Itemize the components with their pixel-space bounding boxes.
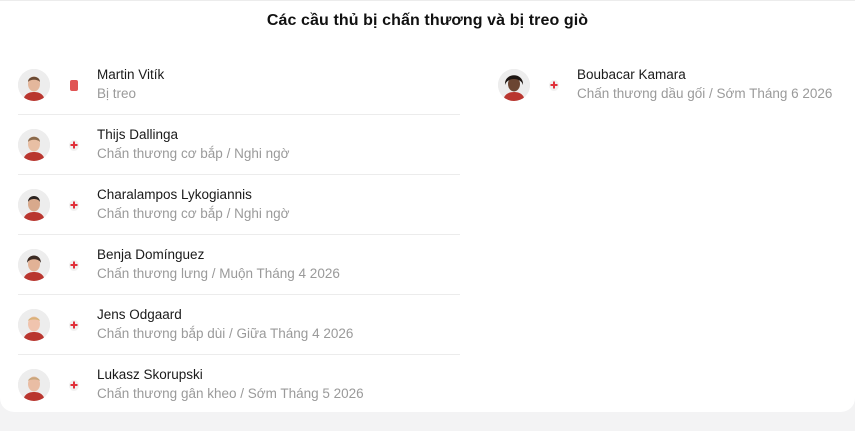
player-avatar [18,69,50,101]
player-status-detail: Bị treo [97,86,137,101]
player-avatar [18,189,50,221]
player-name[interactable]: Thijs Dallinga [97,127,178,142]
player-avatar [18,369,50,401]
injury-cross-icon [69,259,79,271]
injury-cross-icon [69,139,79,151]
player-avatar [18,249,50,281]
injury-cross-icon [549,79,559,91]
player-name[interactable]: Boubacar Kamara [577,67,686,82]
injury-cross-icon [69,319,79,331]
red-card-icon [69,79,79,91]
player-row[interactable]: Boubacar Kamara Chấn thương dầu gối / Sớ… [498,55,855,115]
player-avatar [18,129,50,161]
player-row[interactable]: Benja Domínguez Chấn thương lưng / Muộn … [18,235,460,295]
player-row[interactable]: Charalampos Lykogiannis Chấn thương cơ b… [18,175,460,235]
player-row[interactable]: Jens Odgaard Chấn thương bắp dùi / Giữa … [18,295,460,355]
player-name[interactable]: Martin Vitík [97,67,164,82]
player-name[interactable]: Benja Domínguez [97,247,204,262]
player-status-detail: Chấn thương bắp dùi / Giữa Tháng 4 2026 [97,326,354,341]
player-status-detail: Chấn thương gân kheo / Sớm Tháng 5 2026 [97,386,364,401]
injuries-suspensions-card: Các cầu thủ bị chấn thương và bị treo gi… [0,0,855,412]
section-title: Các cầu thủ bị chấn thương và bị treo gi… [266,12,589,29]
injury-cross-icon [69,379,79,391]
injury-list-right: Boubacar Kamara Chấn thương dầu gối / Sớ… [498,55,855,115]
player-row[interactable]: Lukasz Skorupski Chấn thương gân kheo / … [18,355,460,415]
injury-cross-icon [69,199,79,211]
player-name[interactable]: Lukasz Skorupski [97,367,203,382]
player-row[interactable]: Martin Vitík Bị treo [18,55,460,115]
player-avatar [18,309,50,341]
player-avatar [498,69,530,101]
player-name[interactable]: Jens Odgaard [97,307,182,322]
player-name[interactable]: Charalampos Lykogiannis [97,187,252,202]
player-status-detail: Chấn thương cơ bắp / Nghi ngờ [97,146,290,161]
player-row[interactable]: Thijs Dallinga Chấn thương cơ bắp / Nghi… [18,115,460,175]
injury-list-left: Martin Vitík Bị treo Thijs Dallinga Chấn… [18,55,460,415]
player-status-detail: Chấn thương dầu gối / Sớm Tháng 6 2026 [577,86,833,101]
player-status-detail: Chấn thương cơ bắp / Nghi ngờ [97,206,290,221]
player-status-detail: Chấn thương lưng / Muộn Tháng 4 2026 [97,266,340,281]
